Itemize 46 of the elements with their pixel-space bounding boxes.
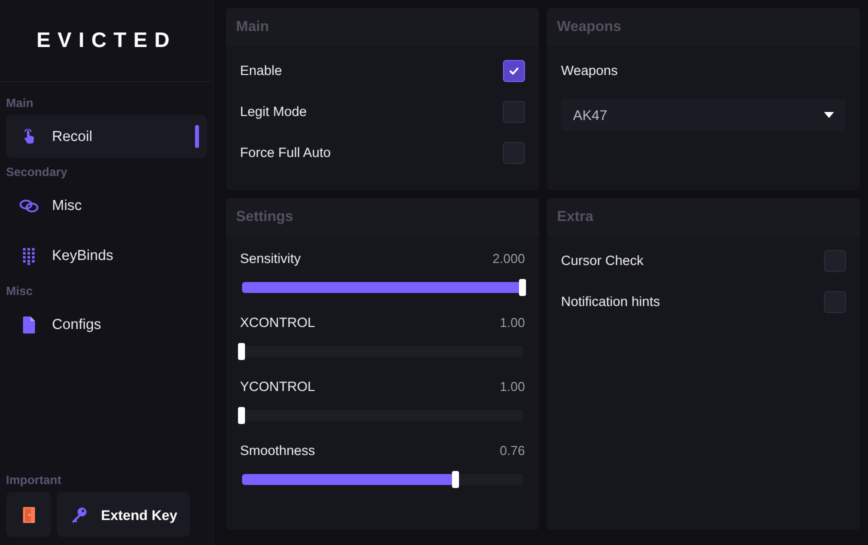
option-label: Notification hints [561,294,660,309]
linked-rings-icon [19,198,39,214]
field-label: Weapons [561,63,618,78]
sidebar-item[interactable]: KeyBinds [6,234,207,277]
checkbox[interactable] [503,60,525,82]
panel-title: Settings [236,209,294,225]
door-icon [22,506,36,524]
checkbox[interactable] [824,250,846,272]
sidebar-item[interactable]: Recoil [6,115,207,158]
panel-title: Main [236,19,270,35]
slider-thumb[interactable] [452,471,459,488]
panel-title: Weapons [557,19,622,35]
checkbox[interactable] [824,290,846,312]
section-heading: Important [6,473,62,487]
slider-value: 1.00 [500,314,525,330]
slider-thumb[interactable] [238,407,245,424]
checkbox[interactable] [503,100,525,122]
option-label: Enable [240,63,282,78]
sidebar-item[interactable]: Misc [6,184,207,227]
slider-value: 1.00 [500,378,525,394]
sidebar-item[interactable]: Configs [6,303,207,346]
key-icon [70,506,88,524]
slider-track[interactable] [242,282,523,293]
slider-track[interactable] [242,474,523,485]
slider-label: Sensitivity [240,250,301,266]
option-label: Force Full Auto [240,145,331,160]
exit-button[interactable] [6,492,51,537]
slider-thumb[interactable] [238,343,245,360]
option-label: Legit Mode [240,104,307,119]
section-heading: Misc [6,284,34,298]
section-heading: Secondary [6,165,68,179]
slider-value: 2.000 [492,250,525,266]
section-heading: Main [6,96,34,110]
checkbox[interactable] [503,142,525,164]
slider-label: Smoothness [240,442,316,458]
extend-key-button[interactable]: Extend Key [57,492,190,537]
weapon-dropdown[interactable]: AK47 [561,99,846,131]
slider-thumb[interactable] [519,279,526,296]
caret-icon [824,112,834,118]
slider-label: XCONTROL [240,314,316,330]
option-label: Cursor Check [561,253,644,268]
panel-title: Extra [557,209,594,225]
check-icon [508,64,520,76]
slider-label: YCONTROL [240,378,316,394]
slider-value: 0.76 [500,442,525,458]
app-logo: EVICTED [36,28,176,52]
